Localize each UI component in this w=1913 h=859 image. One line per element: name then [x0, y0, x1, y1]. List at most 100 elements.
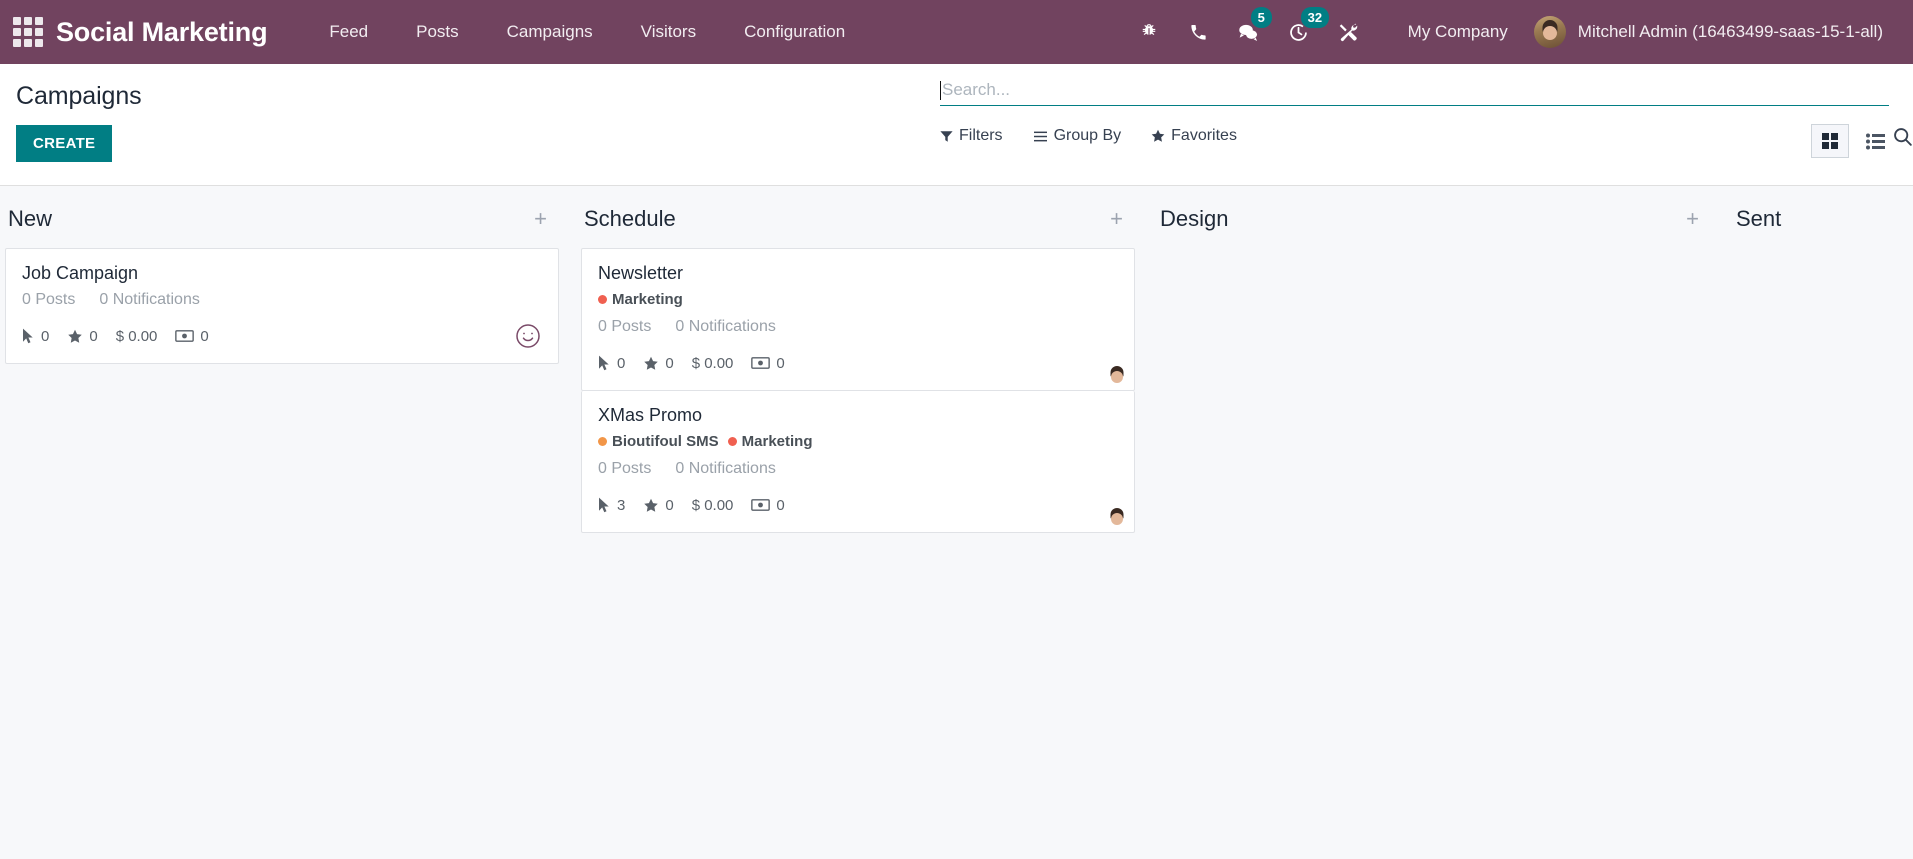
kanban-card[interactable]: Newsletter Marketing 0 Posts 0 Notificat… [581, 248, 1135, 391]
menu-item-posts[interactable]: Posts [392, 1, 483, 63]
kanban-column-header: Design + [1152, 186, 1711, 248]
kanban-column-title: Schedule [584, 206, 676, 231]
menu-item-visitors[interactable]: Visitors [617, 1, 720, 63]
card-leads-value: 0 [665, 354, 674, 372]
smiley-face-icon[interactable] [515, 323, 541, 349]
card-clicks-value: 3 [617, 496, 626, 514]
kanban-column-schedule: Schedule + Newsletter Marketing 0 Posts … [576, 186, 1152, 859]
card-quotations-value: 0 [776, 354, 785, 372]
kanban-column-body: Job Campaign 0 Posts 0 Notifications 0 0… [0, 248, 559, 364]
kanban-column-title: Sent [1736, 206, 1782, 231]
card-title: Job Campaign [22, 263, 139, 283]
card-notifications-count: 0 Notifications [99, 291, 200, 308]
list-view-button[interactable] [1857, 124, 1895, 158]
filters-label: Filters [959, 127, 1003, 144]
search-input[interactable] [942, 80, 1889, 100]
app-brand-title[interactable]: Social Marketing [56, 17, 268, 48]
card-clicks-value: 0 [617, 354, 626, 372]
grid-icon [1822, 133, 1838, 149]
phone-icon[interactable] [1174, 0, 1224, 64]
kanban-card[interactable]: Job Campaign 0 Posts 0 Notifications 0 0… [5, 248, 559, 364]
control-panel-left: Campaigns CREATE [0, 64, 940, 185]
group-by-button[interactable]: Group By [1033, 127, 1122, 145]
messages-icon[interactable]: 5 [1224, 0, 1274, 64]
hamburger-icon [1033, 131, 1047, 141]
funnel-icon [940, 130, 953, 142]
card-clicks-value: 0 [41, 327, 50, 345]
tag-label: Marketing [741, 433, 813, 450]
kanban-column-body: Newsletter Marketing 0 Posts 0 Notificat… [576, 248, 1135, 533]
kanban-card[interactable]: XMas Promo Bioutifoul SMS Marketing 0 Po… [581, 391, 1135, 533]
kanban-column-design: Design + [1152, 186, 1728, 859]
plus-icon[interactable]: + [1104, 208, 1129, 230]
filter-row: Filters Group By Favorites [940, 127, 1895, 145]
kanban-column-title: New [8, 206, 53, 231]
money-bill-icon [175, 330, 195, 342]
cursor-icon [599, 355, 609, 371]
searchbar[interactable] [940, 80, 1889, 106]
card-quotations-value: 0 [200, 327, 209, 345]
card-clicks-stat: 3 [598, 497, 625, 514]
create-button[interactable]: CREATE [16, 125, 113, 162]
card-counts: 0 Posts 0 Notifications [598, 318, 1117, 336]
kanban-column-title: Design [1160, 206, 1229, 231]
favorites-button[interactable]: Favorites [1151, 127, 1237, 145]
kanban-view-button[interactable] [1811, 124, 1849, 158]
card-tag[interactable]: Bioutifoul SMS [598, 433, 719, 450]
card-quotations-stat: 0 [751, 354, 785, 372]
control-panel: Campaigns CREATE Filters [0, 64, 1913, 186]
kanban-column-header: Schedule + [576, 186, 1135, 248]
page-title: Campaigns [16, 82, 142, 110]
bug-icon[interactable] [1124, 0, 1174, 64]
navbar-systray: 5 32 My Company Mitchell Admin (16463499… [1124, 0, 1891, 64]
tag-label: Marketing [612, 291, 683, 308]
favorites-label: Favorites [1171, 127, 1237, 144]
card-notifications-count: 0 Notifications [675, 460, 776, 477]
plus-icon[interactable]: + [528, 208, 553, 230]
money-bill-icon [751, 357, 771, 369]
card-revenue-value: $ 0.00 [691, 354, 734, 372]
company-switcher[interactable]: My Company [1374, 22, 1534, 42]
card-tag[interactable]: Marketing [598, 291, 683, 308]
magnifier-icon[interactable] [1892, 126, 1913, 152]
card-clicks-stat: 0 [22, 328, 49, 345]
menu-item-campaigns[interactable]: Campaigns [483, 1, 617, 63]
plus-icon[interactable]: + [1680, 208, 1705, 230]
apps-grid-icon [13, 17, 43, 47]
tag-label: Bioutifoul SMS [612, 433, 719, 450]
card-footer: 0 0 $ 0.00 0 [598, 350, 1117, 376]
card-clicks-stat: 0 [598, 355, 625, 372]
card-revenue-value: $ 0.00 [691, 496, 734, 514]
kanban-board: New + Job Campaign 0 Posts 0 Notificatio… [0, 186, 1913, 859]
money-bill-icon [751, 499, 771, 511]
filters-button[interactable]: Filters [940, 127, 1003, 145]
card-leads-value: 0 [89, 327, 98, 345]
cursor-icon [599, 497, 609, 513]
card-tag[interactable]: Marketing [727, 433, 813, 450]
menu-item-configuration[interactable]: Configuration [720, 1, 869, 63]
card-quotations-stat: 0 [175, 327, 209, 345]
tools-icon[interactable] [1324, 0, 1374, 64]
activities-clock-icon[interactable]: 32 [1274, 0, 1330, 64]
tag-dot-icon [598, 295, 607, 304]
kanban-column-sent: Sent + [1728, 186, 1913, 859]
kanban-column-header: New + [0, 186, 559, 248]
card-revenue-stat: $ 0.00 [116, 328, 158, 345]
card-revenue-stat: $ 0.00 [692, 497, 734, 514]
apps-menu-button[interactable] [0, 0, 56, 64]
control-panel-right: Filters Group By Favorites [940, 64, 1913, 185]
group-by-label: Group By [1053, 127, 1122, 144]
messages-badge: 5 [1250, 7, 1272, 28]
menu-item-feed[interactable]: Feed [305, 1, 392, 63]
star-icon [644, 498, 659, 512]
user-name-label: Mitchell Admin (16463499-saas-15-1-all) [1577, 22, 1883, 41]
card-footer: 0 0 $ 0.00 0 [22, 323, 541, 349]
card-leads-value: 0 [665, 496, 674, 514]
card-revenue-stat: $ 0.00 [692, 355, 734, 372]
star-icon [644, 356, 659, 370]
tag-dot-icon [727, 437, 737, 446]
star-icon [68, 329, 83, 343]
card-leads-stat: 0 [643, 354, 674, 372]
card-revenue-value: $ 0.00 [115, 327, 158, 345]
user-menu[interactable]: Mitchell Admin (16463499-saas-15-1-all) [1533, 16, 1891, 48]
